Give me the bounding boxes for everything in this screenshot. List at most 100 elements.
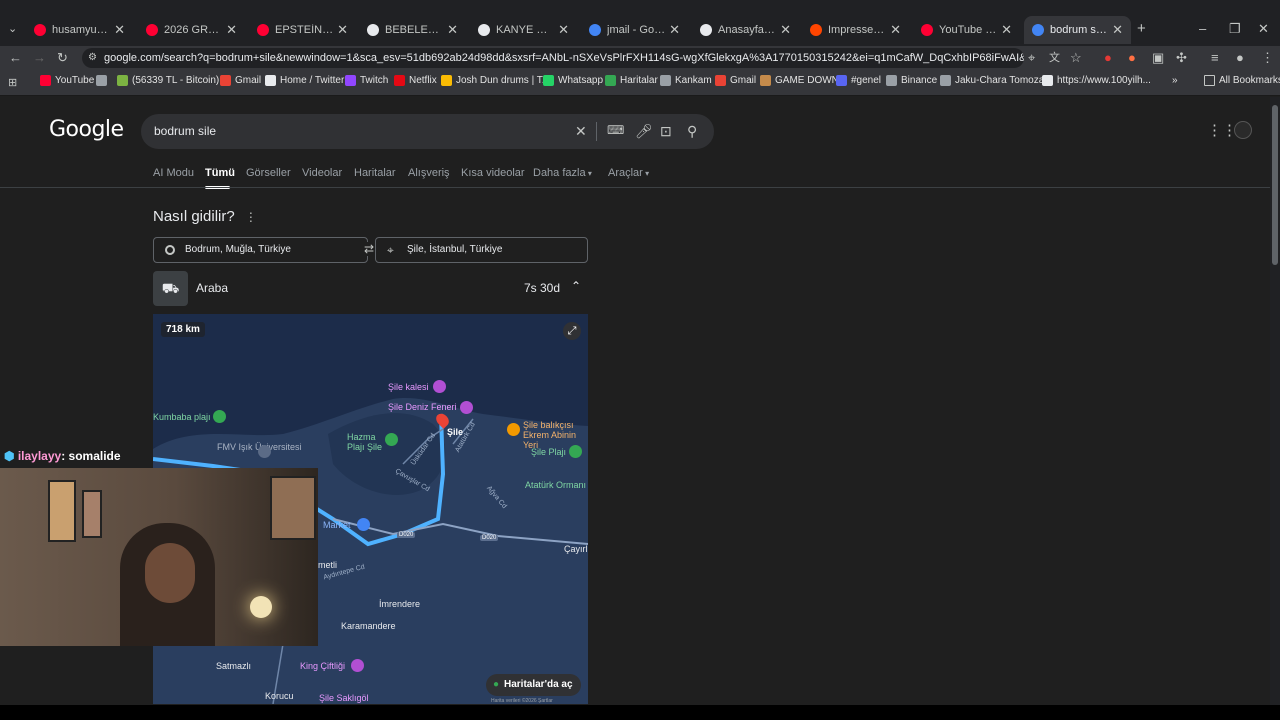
- browser-tab[interactable]: EPSTEİN DOSYAL✕: [249, 16, 356, 44]
- tab-close-icon[interactable]: ✕: [669, 22, 680, 38]
- tab-close-icon[interactable]: ✕: [558, 22, 569, 38]
- all-bookmarks-folder[interactable]: All Bookmarks: [1204, 75, 1280, 86]
- bookmark-item[interactable]: Binance: [886, 75, 937, 86]
- bookmark-item[interactable]: Jaku-Chara Tomoza...: [940, 75, 1053, 86]
- fullscreen-button[interactable]: ⤢: [563, 322, 581, 340]
- profile-avatar-icon[interactable]: ●: [1236, 51, 1244, 65]
- apps-grid-icon[interactable]: ⊞: [8, 76, 17, 90]
- search-tab[interactable]: Alışveriş: [408, 167, 450, 179]
- place-label[interactable]: Şile: [447, 427, 463, 437]
- bookmark-item[interactable]: Gmail: [220, 75, 261, 86]
- extension-red-icon[interactable]: ●: [1104, 51, 1112, 65]
- browser-tab[interactable]: Impressed with Jc ✕: [802, 16, 909, 44]
- browser-tab[interactable]: 2026 GRAMMYs I ✕: [138, 16, 245, 44]
- bookmark-item[interactable]: GAME DOWN: [760, 75, 839, 86]
- search-tab[interactable]: Daha fazla ▾: [533, 167, 592, 179]
- bookmark-item[interactable]: Josh Dun drums | T...: [441, 75, 550, 86]
- beach-pin-icon[interactable]: [213, 410, 226, 423]
- minimize-button[interactable]: –: [1199, 22, 1206, 36]
- search-tab[interactable]: Tümü: [205, 167, 235, 179]
- map-attribution[interactable]: Harita verileri ©2026 Şartlar: [491, 698, 553, 704]
- university-pin-icon[interactable]: [258, 445, 271, 458]
- place-label[interactable]: Şile Saklıgöl: [319, 693, 369, 703]
- search-box[interactable]: bodrum sile ✕ ⌨ 🎤︎ ⊡ ⚲: [141, 114, 714, 149]
- swap-directions-icon[interactable]: ⇄: [364, 242, 375, 256]
- voice-search-icon[interactable]: 🎤︎: [635, 123, 653, 140]
- media-control-icon[interactable]: ≡: [1211, 51, 1219, 65]
- lighthouse-pin-icon[interactable]: [460, 401, 473, 414]
- tab-close-icon[interactable]: ✕: [337, 22, 348, 38]
- account-avatar[interactable]: [1234, 121, 1252, 139]
- tab-search-icon[interactable]: ⌄: [8, 22, 17, 36]
- place-label[interactable]: Şile Deniz Feneri: [388, 402, 457, 412]
- search-input[interactable]: bodrum sile: [154, 124, 216, 138]
- market-pin-icon[interactable]: [357, 518, 370, 531]
- bookmark-item[interactable]: Whatsapp: [543, 75, 603, 86]
- place-label[interactable]: Çayırl: [564, 544, 588, 554]
- extension-orange-icon[interactable]: ●: [1128, 51, 1136, 65]
- forward-icon[interactable]: →: [33, 51, 46, 65]
- bookmark-item[interactable]: https://www.100yilh...: [1042, 75, 1151, 86]
- tab-close-icon[interactable]: ✕: [1001, 22, 1012, 38]
- google-logo[interactable]: Google: [49, 117, 124, 142]
- scrollbar-thumb[interactable]: [1272, 105, 1278, 265]
- tab-close-icon[interactable]: ✕: [447, 22, 458, 38]
- bookmark-item[interactable]: Haritalar: [605, 75, 658, 86]
- location-icon[interactable]: ⌖: [1028, 51, 1035, 65]
- beach-pin-icon[interactable]: [569, 445, 582, 458]
- maximize-button[interactable]: ❐: [1229, 22, 1241, 36]
- bookmark-star-icon[interactable]: ☆: [1070, 51, 1082, 65]
- open-in-maps-button[interactable]: ● Haritalar'da aç: [486, 674, 581, 696]
- restaurant-pin-icon[interactable]: [507, 423, 520, 436]
- search-tab[interactable]: Videolar: [302, 167, 342, 179]
- more-bookmarks-button[interactable]: »: [1172, 75, 1178, 86]
- bookmark-item[interactable]: YouTube: [40, 75, 94, 86]
- place-label[interactable]: İmrendere: [379, 599, 420, 609]
- browser-tab[interactable]: KANYE WEST kon✕: [470, 16, 577, 44]
- bookmark-item[interactable]: Netflix: [394, 75, 437, 86]
- place-label[interactable]: metli: [318, 560, 337, 570]
- new-tab-button[interactable]: +: [1137, 21, 1146, 36]
- place-label[interactable]: Atatürk Ormanı: [525, 480, 586, 490]
- extension-gray-icon[interactable]: ▣: [1152, 51, 1164, 65]
- browser-tab[interactable]: Anasayfa / X ✕: [692, 16, 799, 44]
- browser-tab[interactable]: bodrum sile - Goo ✕: [1024, 16, 1131, 44]
- search-submit-icon[interactable]: ⚲: [687, 123, 697, 140]
- place-label[interactable]: Karamandere: [341, 621, 396, 631]
- bookmark-item[interactable]: [96, 75, 111, 86]
- place-label[interactable]: Şile kalesi: [388, 382, 429, 392]
- bookmark-item[interactable]: Gmail: [715, 75, 756, 86]
- place-label[interactable]: Satmazlı: [216, 661, 251, 671]
- browser-tab[interactable]: jmail - Google'da✕: [581, 16, 688, 44]
- origin-field[interactable]: Bodrum, Muğla, Türkiye: [153, 237, 368, 263]
- bookmark-item[interactable]: (56339 TL - Bitcoin)...: [117, 75, 228, 86]
- bookmark-item[interactable]: Home / Twitter: [265, 75, 344, 86]
- place-label[interactable]: King Çiftliği: [300, 661, 345, 671]
- bookmark-item[interactable]: #genel: [836, 75, 881, 86]
- place-label[interactable]: Hazma Plajı Şile: [347, 432, 387, 452]
- back-icon[interactable]: ←: [9, 51, 22, 65]
- search-tab[interactable]: Görseller: [246, 167, 291, 179]
- browser-tab[interactable]: BEBELER Topluluk ✕: [359, 16, 466, 44]
- place-label[interactable]: Market: [323, 520, 351, 530]
- bookmark-item[interactable]: Kankam: [660, 75, 712, 86]
- farm-pin-icon[interactable]: [351, 659, 364, 672]
- browser-tab[interactable]: YouTube Music ✕: [913, 16, 1020, 44]
- reload-icon[interactable]: ↻: [57, 51, 68, 65]
- place-label[interactable]: Şile Plajı: [531, 447, 566, 457]
- tab-close-icon[interactable]: ✕: [890, 22, 901, 38]
- close-window-button[interactable]: ✕: [1258, 22, 1269, 36]
- directions-more-icon[interactable]: ⋮: [245, 210, 257, 224]
- beach-pin-icon[interactable]: [385, 433, 398, 446]
- google-apps-icon[interactable]: ⋮⋮: [1207, 123, 1237, 138]
- tab-close-icon[interactable]: ✕: [114, 22, 125, 38]
- search-tab[interactable]: AI Modu: [153, 167, 194, 179]
- bookmark-item[interactable]: Twitch: [345, 75, 388, 86]
- extensions-puzzle-icon[interactable]: ✣: [1176, 51, 1187, 65]
- menu-kebab-icon[interactable]: ⋮: [1261, 51, 1274, 65]
- tab-close-icon[interactable]: ✕: [780, 22, 791, 38]
- browser-tab[interactable]: husamyuyu yayın ✕: [26, 16, 133, 44]
- place-label[interactable]: Korucu: [265, 691, 294, 701]
- site-info-icon[interactable]: ⚙: [88, 48, 97, 68]
- place-label[interactable]: Kumbaba plajı: [153, 412, 211, 422]
